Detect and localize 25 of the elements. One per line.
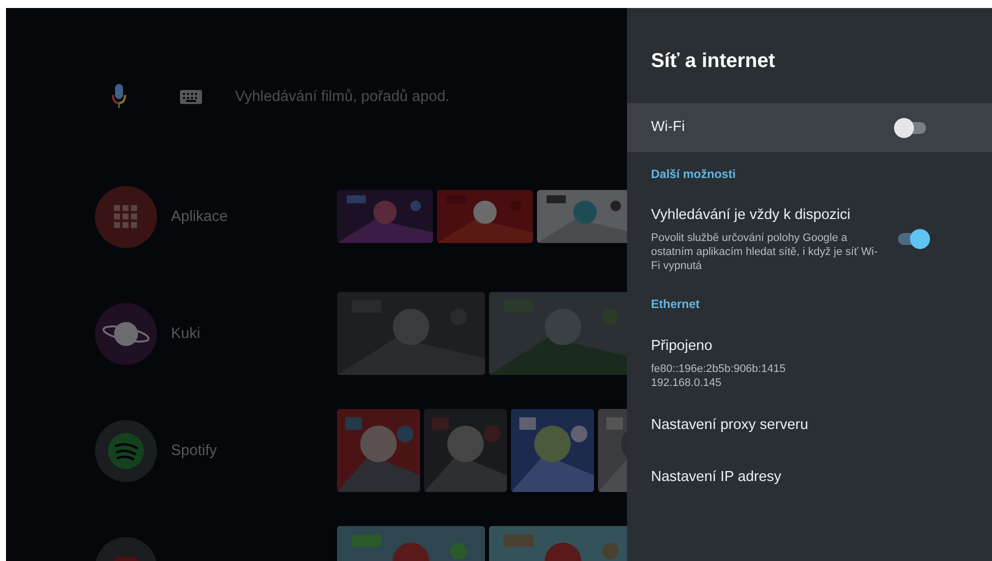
microphone-icon[interactable] [112, 84, 126, 110]
settings-item[interactable]: Nastavení proxy serveru [627, 400, 992, 452]
item-detail: 192.168.0.145 [651, 376, 722, 390]
search-field[interactable]: Vyhledávání filmů, pořadů apod. [235, 86, 565, 108]
section-header: Další možnosti [651, 166, 736, 182]
app-label: Spotify [171, 442, 217, 458]
item-title: Nastavení IP adresy [651, 468, 782, 487]
settings-item[interactable]: Wi-Fi [627, 103, 992, 152]
settings-item[interactable]: Nastavení IP adresy [627, 452, 992, 504]
planet-icon[interactable] [95, 302, 157, 364]
panel-title: Síť a internet [651, 48, 776, 74]
settings-item[interactable]: Připojeno fe80::196e:2b5b:906b:1415 192.168.0.145 [627, 326, 992, 400]
item-title: Nastavení proxy serveru [651, 416, 810, 435]
settings-item[interactable]: Vyhledávání je vždy k dispozici Povolit službě určování polohy Google a ostatním aplikacím hledat sítě, i když je síť Wi-Fi vypnutá [627, 195, 992, 283]
item-summary: Povolit službě určování polohy Google a ostatním aplikacím hledat sítě, i když je síť Wi-Fi vypnutá [651, 230, 879, 273]
app-label: Kuki [171, 324, 200, 342]
item-detail: fe80::196e:2b5b:906b:1415 [651, 362, 787, 376]
app-label: Aplikace [171, 208, 228, 224]
item-title: Vyhledávání je vždy k dispozici [651, 206, 852, 225]
item-title: Připojeno [651, 336, 714, 356]
item-title: Wi-Fi [651, 118, 686, 137]
keyboard-icon[interactable] [180, 90, 202, 104]
spotify-icon[interactable] [95, 420, 157, 482]
apps-grid-icon[interactable] [95, 186, 157, 248]
section-header: Ethernet [651, 296, 700, 314]
